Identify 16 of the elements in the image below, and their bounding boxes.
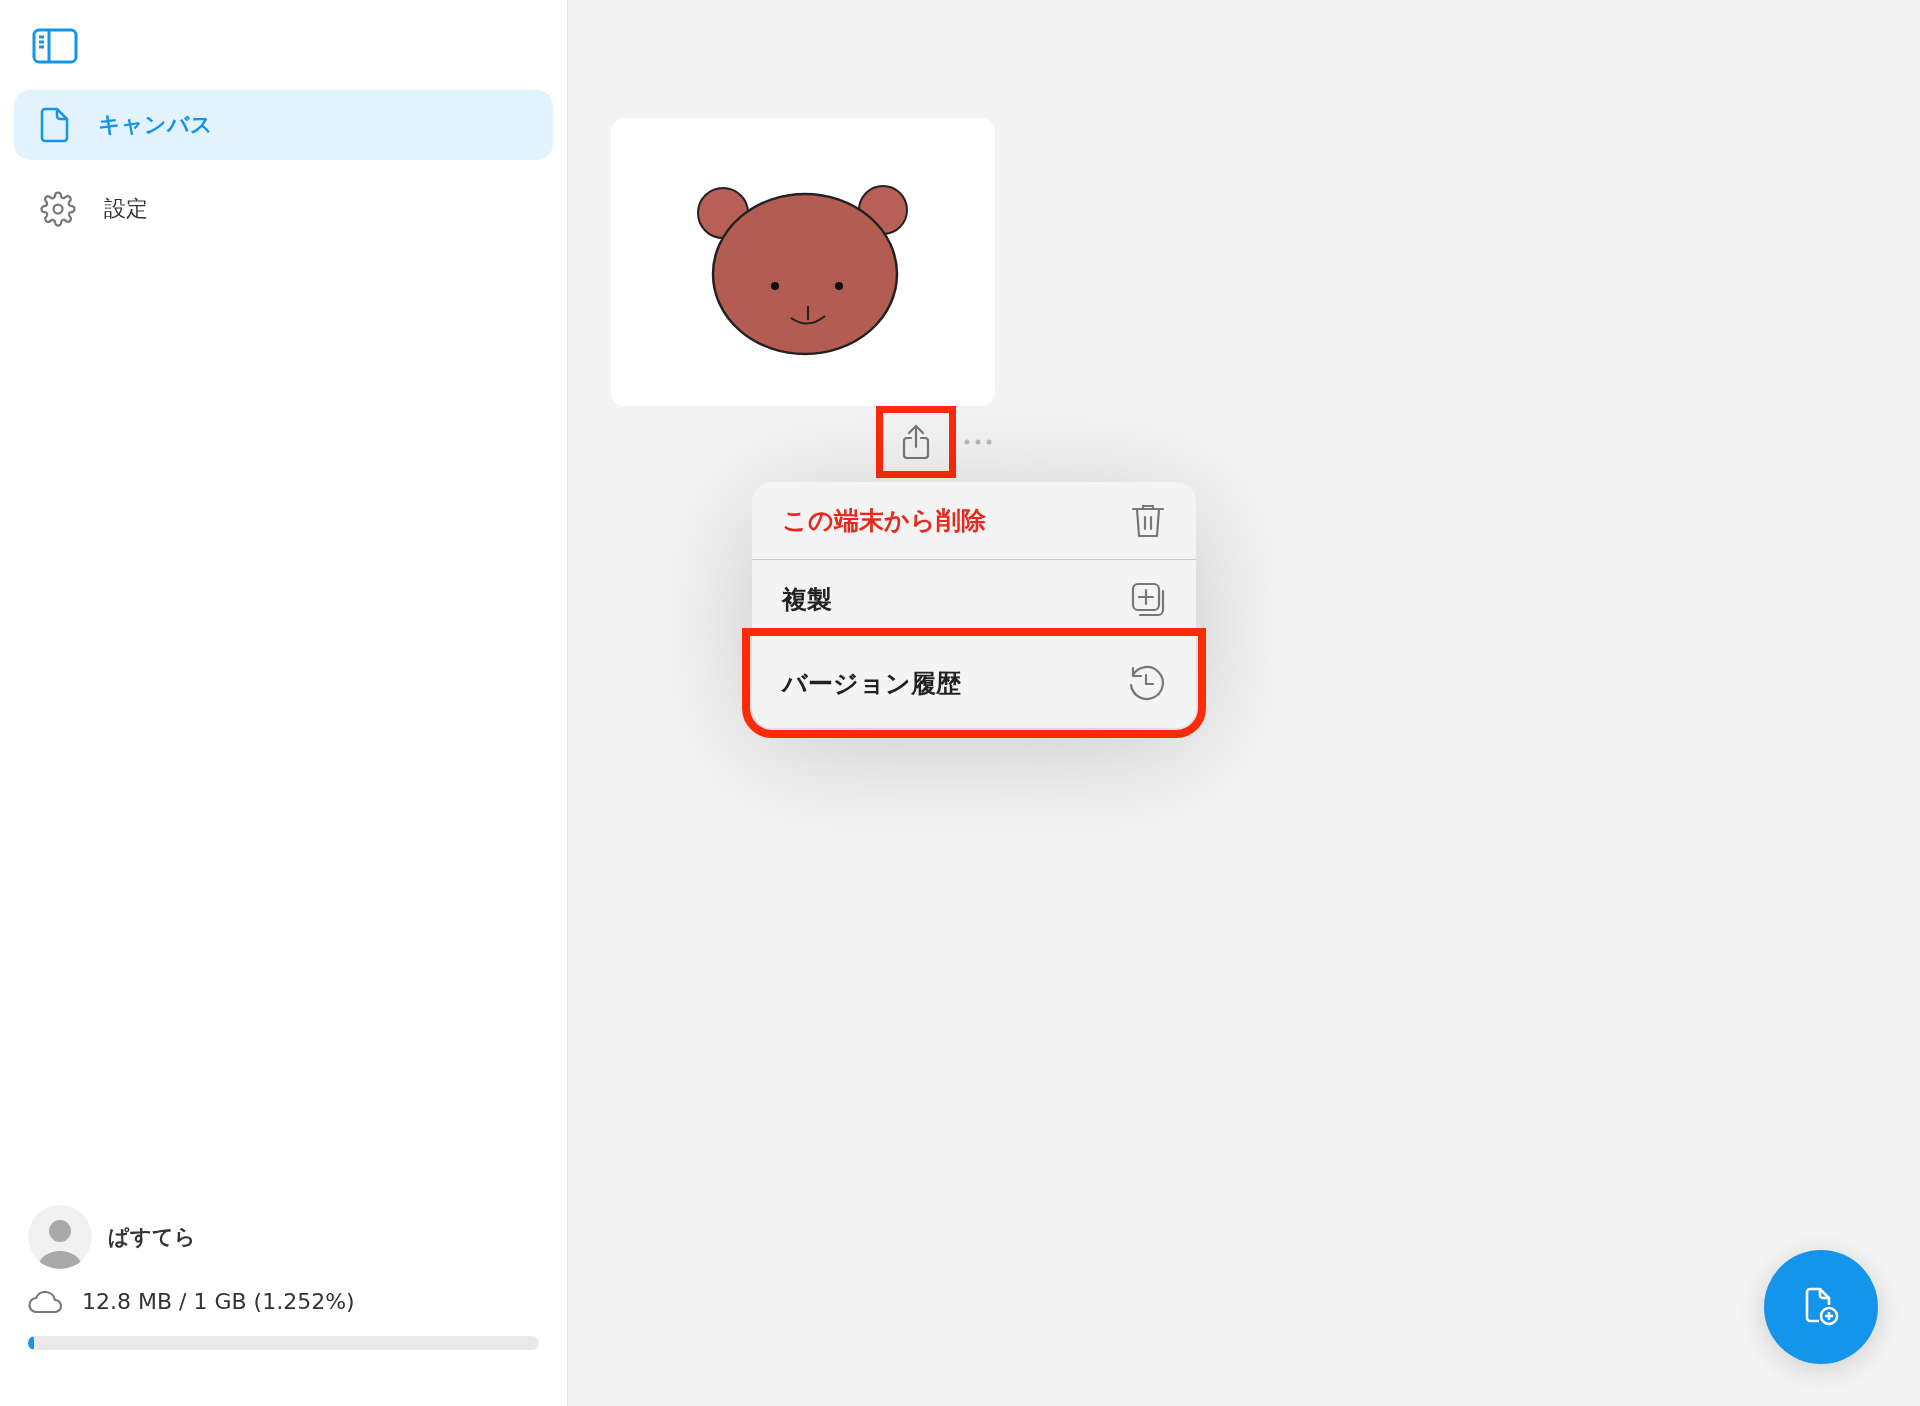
menu-item[interactable]: この端末から削除 (752, 482, 1196, 560)
menu-item[interactable]: 複製 (752, 560, 1196, 638)
share-icon (901, 423, 931, 461)
menu-item[interactable]: バージョン履歴 (752, 638, 1196, 728)
document-icon (40, 107, 70, 143)
avatar-icon (28, 1205, 92, 1269)
more-icon[interactable] (964, 439, 992, 445)
user-name: ぱすてら (108, 1224, 196, 1251)
new-document-icon (1803, 1287, 1839, 1327)
settings-icon (40, 191, 76, 227)
sidebar-item[interactable]: 設定 (14, 174, 553, 244)
share-button[interactable] (876, 406, 956, 478)
cloud-icon (28, 1289, 64, 1314)
duplicate-icon (1130, 581, 1166, 617)
storage-usage: 12.8 MB / 1 GB (1.252%) (82, 1289, 355, 1314)
sidebar-toggle-icon[interactable] (32, 28, 78, 64)
